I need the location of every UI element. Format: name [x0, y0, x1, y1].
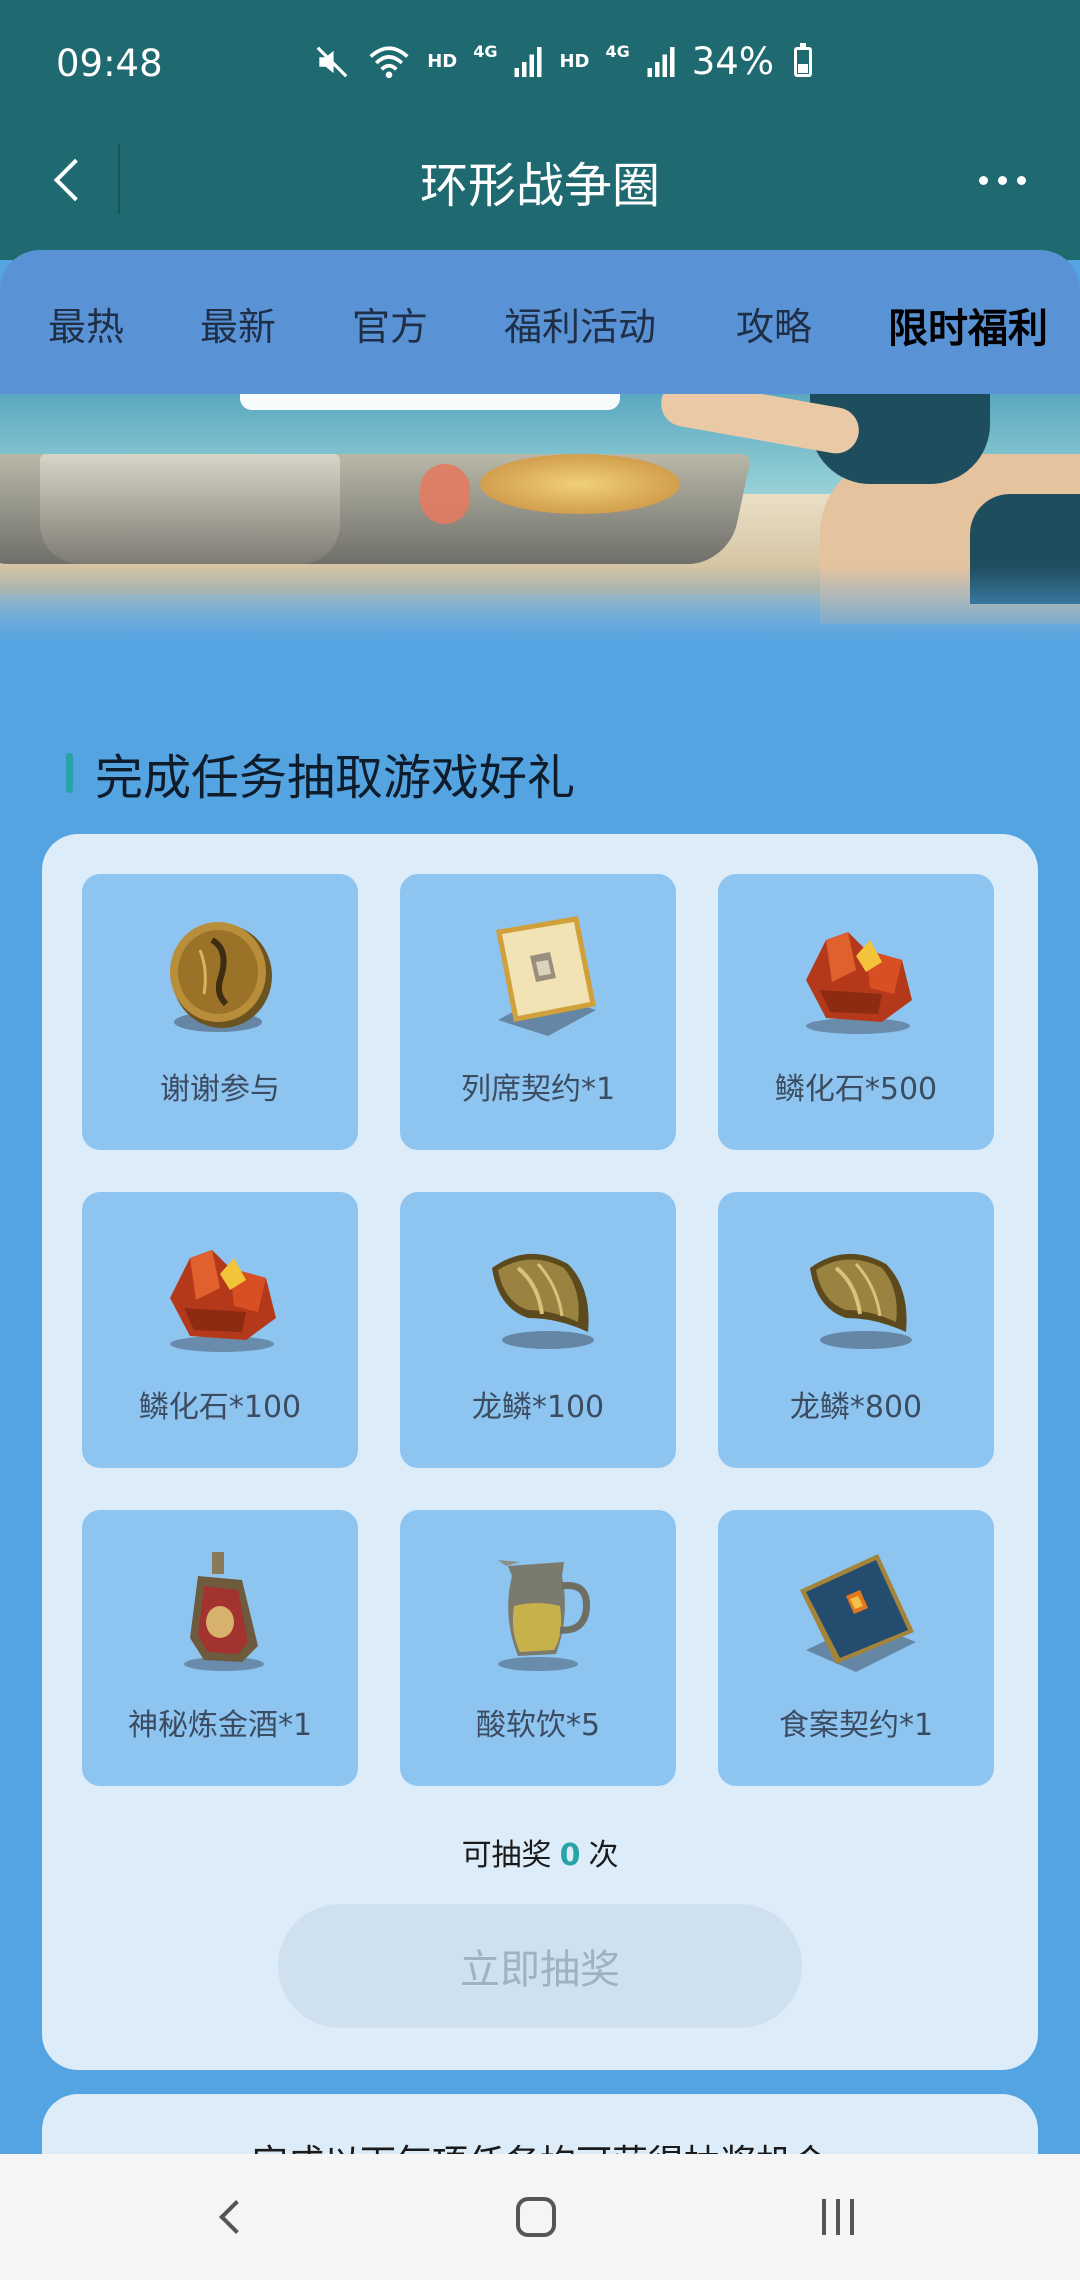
prize-item: 谢谢参与 — [82, 874, 358, 1150]
nav-recents-icon-bar — [850, 2199, 854, 2235]
tab-guides[interactable]: 攻略 — [736, 296, 812, 351]
status-time: 09:48 — [56, 42, 163, 85]
signal-icon-2 — [647, 46, 675, 77]
draw-count: 可抽奖 0 次 — [42, 1830, 1038, 1874]
section-title-bar — [66, 753, 73, 793]
event-banner — [0, 394, 1080, 646]
hd-label: HD — [427, 51, 458, 72]
section-title-text: 完成任务抽取游戏好礼 — [95, 750, 576, 806]
section-title: 完成任务抽取游戏好礼 — [66, 738, 575, 808]
banner-glass — [420, 464, 470, 524]
network-type: 4G — [473, 42, 498, 61]
battery-percent: 34% — [691, 40, 774, 83]
draw-count-prefix: 可抽奖 — [461, 1838, 552, 1873]
tab-latest[interactable]: 最新 — [200, 296, 276, 351]
draw-count-suffix: 次 — [588, 1838, 619, 1873]
wifi-icon — [369, 45, 409, 78]
top-bar: 09:48 HD 4G HD 4G 34% 环形战争圈 — [0, 0, 1080, 260]
prize-name: 谢谢参与 — [160, 1072, 280, 1107]
nav-back-button[interactable] — [152, 2154, 312, 2280]
blue-card-icon — [718, 1546, 994, 1676]
prize-name: 列席契约*1 — [460, 1072, 616, 1107]
banner-fade — [0, 566, 1080, 646]
prize-item: 龙鳞*100 — [400, 1192, 676, 1468]
category-tabs: 最热 最新 官方 福利活动 攻略 限时福利 — [0, 250, 1080, 394]
tab-limited-welfare[interactable]: 限时福利 — [888, 296, 1048, 354]
hd-label-2: HD — [559, 51, 590, 72]
prize-name: 酸软饮*5 — [475, 1708, 601, 1743]
alchemy-bottle-icon — [82, 1546, 358, 1676]
prize-item: 鳞化石*500 — [718, 874, 994, 1150]
app-bar: 环形战争圈 — [0, 130, 1080, 230]
prize-item: 食案契约*1 — [718, 1510, 994, 1786]
prize-name: 食案契约*1 — [778, 1708, 934, 1743]
tab-hot[interactable]: 最热 — [48, 296, 124, 351]
prize-name: 鳞化石*500 — [774, 1072, 938, 1107]
prize-item: 列席契约*1 — [400, 874, 676, 1150]
dragon-scale-icon — [400, 1228, 676, 1358]
prize-name: 鳞化石*100 — [138, 1390, 302, 1425]
network-type-2: 4G — [605, 42, 630, 61]
dragon-scale-icon — [718, 1228, 994, 1358]
status-icons: HD 4G HD 4G 34% — [313, 40, 812, 83]
nav-recents-icon-bar — [836, 2199, 840, 2235]
nav-recents-icon — [822, 2199, 826, 2235]
prize-item: 酸软饮*5 — [400, 1510, 676, 1786]
prize-name: 龙鳞*800 — [789, 1390, 923, 1425]
banner-title-art — [240, 394, 620, 410]
prize-name: 龙鳞*100 — [471, 1390, 605, 1425]
system-nav-bar — [0, 2154, 1080, 2280]
more-icon-dot — [997, 175, 1007, 185]
status-bar: 09:48 HD 4G HD 4G 34% — [0, 0, 1080, 130]
nav-home-icon — [516, 2197, 556, 2237]
prize-grid: 谢谢参与 列席契约*1 鳞化石*500 鳞化石*100 龙鳞*100 龙鳞*80… — [82, 874, 998, 1786]
more-icon-dot — [1016, 175, 1026, 185]
battery-icon — [794, 42, 812, 77]
prize-item: 鳞化石*100 — [82, 1192, 358, 1468]
draw-count-number: 0 — [559, 1838, 581, 1873]
nav-recents-button[interactable] — [758, 2154, 918, 2280]
nav-home-button[interactable] — [456, 2154, 616, 2280]
signal-icon — [514, 46, 542, 77]
tab-official[interactable]: 官方 — [352, 296, 428, 351]
tab-welfare-events[interactable]: 福利活动 — [504, 296, 656, 351]
scale-fossil-icon — [82, 1228, 358, 1358]
scale-fossil-icon — [718, 910, 994, 1040]
mute-icon — [316, 46, 348, 77]
draw-now-button[interactable]: 立即抽奖 — [278, 1904, 802, 2028]
pitcher-icon — [400, 1546, 676, 1676]
more-button[interactable] — [952, 130, 1052, 230]
nav-back-icon — [219, 2200, 253, 2234]
prize-item: 龙鳞*800 — [718, 1192, 994, 1468]
banner-bowl — [40, 454, 340, 564]
prize-card: 谢谢参与 列席契约*1 鳞化石*500 鳞化石*100 龙鳞*100 龙鳞*80… — [42, 834, 1038, 2070]
more-icon — [978, 175, 988, 185]
coin-icon — [82, 910, 358, 1040]
page-title: 环形战争圈 — [419, 158, 660, 214]
prize-name: 神秘炼金酒*1 — [127, 1708, 313, 1743]
prize-item: 神秘炼金酒*1 — [82, 1510, 358, 1786]
contract-card-icon — [400, 910, 676, 1040]
